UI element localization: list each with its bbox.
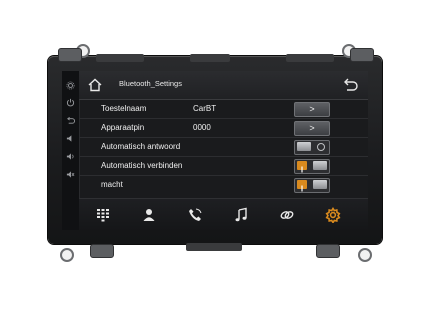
title-bar: Bluetooth_Settings (79, 71, 368, 100)
power-toggle[interactable] (294, 178, 330, 193)
bracket-top-center (190, 54, 230, 62)
power-icon[interactable] (66, 98, 75, 107)
setting-label: Automatisch antwoord (101, 142, 181, 151)
contacts-icon[interactable] (141, 207, 157, 223)
setting-label: macht (101, 180, 123, 189)
device-name-arrow-button[interactable]: > (294, 102, 330, 117)
page-title: Bluetooth_Settings (119, 79, 182, 88)
mount-tab-bottom-right (316, 244, 340, 258)
toggle-knob (313, 161, 327, 170)
back-arrow-icon[interactable] (340, 77, 360, 93)
setting-row-device-pin[interactable]: Apparaatpin 0000 > (79, 119, 368, 138)
toggle-knob (313, 180, 327, 189)
bracket-top-right (286, 54, 334, 62)
setting-row-device-name[interactable]: Toestelnaam CarBT > (79, 100, 368, 119)
setting-label: Apparaatpin (101, 123, 145, 132)
bottom-nav (79, 198, 368, 230)
bracket-bottom-center (186, 243, 242, 251)
setting-row-auto-answer[interactable]: Automatisch antwoord (79, 138, 368, 157)
mount-tab-top-right (350, 48, 374, 62)
link-icon[interactable] (279, 207, 295, 223)
setting-row-power[interactable]: macht (79, 176, 368, 194)
home-icon[interactable] (87, 77, 103, 93)
volume-down-icon[interactable] (66, 134, 75, 143)
dialpad-icon[interactable] (95, 207, 111, 223)
settings-icon[interactable] (66, 81, 75, 90)
setting-value: CarBT (193, 104, 217, 113)
setting-label: Automatisch verbinden (101, 161, 183, 170)
bracket-top-left (96, 54, 144, 62)
side-button-strip (62, 71, 80, 230)
mount-tab-bottom-left (90, 244, 114, 258)
auto-connect-toggle[interactable] (294, 159, 330, 174)
volume-mute-icon[interactable] (66, 170, 75, 179)
setting-row-auto-connect[interactable]: Automatisch verbinden (79, 157, 368, 176)
screen: Bluetooth_Settings Toestelnaam CarBT > A… (62, 71, 368, 230)
toggle-on-indicator (297, 180, 307, 192)
toggle-on-indicator (297, 161, 307, 173)
mount-hole-bottom-right (358, 248, 372, 262)
back-icon[interactable] (66, 116, 75, 125)
mount-hole-bottom-left (60, 248, 74, 262)
mount-tab-top-left (58, 48, 82, 62)
device-pin-arrow-button[interactable]: > (294, 121, 330, 136)
music-icon[interactable] (233, 207, 249, 223)
setting-label: Toestelnaam (101, 104, 147, 113)
setting-value: 0000 (193, 123, 211, 132)
call-log-icon[interactable] (187, 207, 203, 223)
toggle-off-icon (317, 143, 325, 151)
settings-gear-icon[interactable] (325, 206, 341, 225)
toggle-knob (297, 142, 311, 151)
volume-up-icon[interactable] (66, 152, 75, 161)
auto-answer-toggle[interactable] (294, 140, 330, 155)
